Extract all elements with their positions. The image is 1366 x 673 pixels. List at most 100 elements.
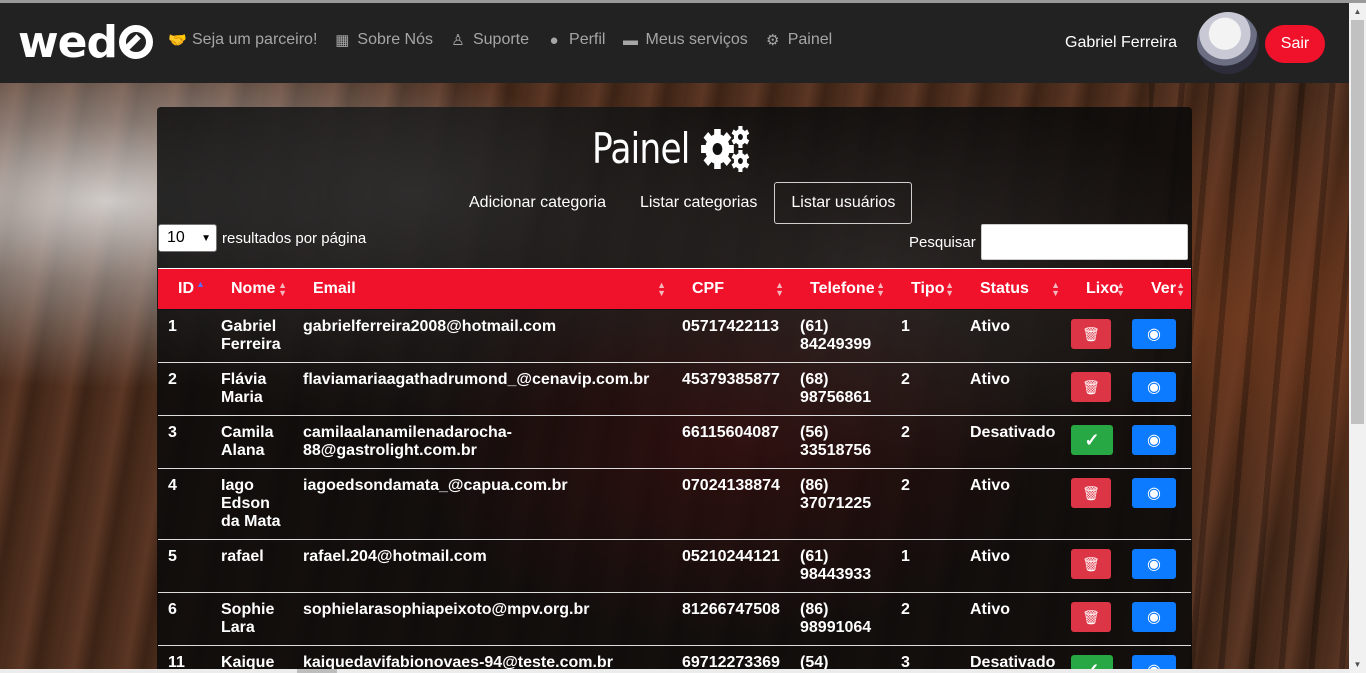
name-line: Flávia (221, 371, 267, 388)
delete-button[interactable]: 🗑 (1071, 319, 1111, 349)
search-input[interactable] (980, 224, 1188, 260)
nav-link-6[interactable]: ⚙ Painel (764, 31, 832, 49)
nav-link-4[interactable]: ● Perfil (545, 31, 606, 49)
chevron-down-icon: ▼ (201, 232, 211, 244)
column-header[interactable]: Nome ▲ ▼ (211, 268, 293, 310)
column-header[interactable]: CPF ▲ ▼ (672, 268, 790, 310)
column-header[interactable]: Telefone ▲ ▼ (790, 268, 891, 310)
cell-name: Gabriel Ferreira (211, 309, 293, 363)
cell-status: Ativo (960, 592, 1066, 646)
delete-button[interactable]: 🗑 (1071, 549, 1111, 579)
phone-line: 84249399 (800, 336, 872, 353)
name-line: Edson (221, 495, 270, 512)
scroll-thumb[interactable] (1351, 20, 1364, 424)
cell-email: iagoedsondamata_@capua.com.br (293, 468, 672, 540)
user-name: Gabriel Ferreira (1065, 34, 1178, 51)
name-line: Ferreira (221, 336, 281, 353)
tab-1[interactable]: Adicionar categoria (452, 182, 623, 224)
column-header[interactable]: ID ▲ (158, 268, 211, 310)
cell-phone: (56) 33518756 (790, 415, 891, 469)
logo[interactable]: wed (18, 21, 153, 65)
cell-status: Ativo (960, 539, 1066, 593)
column-header[interactable]: Status ▲ ▼ (960, 268, 1066, 310)
cell-name: rafael (211, 539, 293, 593)
cell-cpf: 05717422113 (672, 309, 790, 363)
horizontal-scroll-thumb[interactable] (297, 669, 337, 673)
eye-icon: ◉ (1147, 609, 1161, 626)
column-header-label: Email (313, 280, 356, 297)
scroll-down-arrow-icon[interactable]: ▼ (1349, 656, 1366, 673)
tab-2[interactable]: Listar categorias (623, 182, 774, 224)
cell-name: Sophie Lara (211, 592, 293, 646)
view-button[interactable]: ◉ (1132, 372, 1176, 402)
view-button[interactable]: ◉ (1132, 319, 1176, 349)
email-line: rafael.204@hotmail.com (303, 548, 487, 565)
column-header[interactable]: Tipo ▲ ▼ (891, 268, 960, 310)
sort-icon: ▲ ▼ (775, 280, 784, 298)
page-title-text: Painel (592, 123, 690, 173)
cell-name: Flávia Maria (211, 362, 293, 416)
cell-trash: 🗑 (1066, 362, 1131, 416)
name-line: Sophie (221, 601, 275, 618)
delete-button[interactable]: 🗑 (1071, 602, 1111, 632)
name-line: Lara (221, 619, 255, 636)
nav-link-3[interactable]: ♙ Suporte (449, 31, 529, 49)
email-line: iagoedsondamata_@capua.com.br (303, 477, 568, 494)
view-button[interactable]: ◉ (1132, 425, 1176, 455)
gears-icon (701, 126, 750, 172)
nav-link-5[interactable]: ▬ Meus serviços (621, 31, 748, 49)
sort-icon: ▲ (196, 279, 205, 289)
cell-trash: 🗑 (1066, 468, 1131, 540)
view-button[interactable]: ◉ (1132, 602, 1176, 632)
name-line: rafael (221, 548, 264, 565)
table-row: 5 rafael rafael.204@hotmail.com 05210244121… (158, 539, 1191, 593)
phone-line: (61) (800, 318, 829, 335)
eye-icon: ◉ (1147, 379, 1161, 396)
avatar[interactable] (1197, 12, 1259, 74)
cell-email: sophielarasophiapeixoto@mpv.org.br (293, 592, 672, 646)
column-header[interactable]: Email ▲ ▼ (293, 268, 672, 310)
trash-icon: 🗑 (1082, 555, 1100, 572)
phone-line: (68) (800, 371, 829, 388)
cell-email: flaviamariaagathadrumond_@cenavip.com.br (293, 362, 672, 416)
delete-button[interactable]: 🗑 (1071, 478, 1111, 508)
column-header[interactable]: Lixo ▲ ▼ (1066, 268, 1131, 310)
scroll-up-arrow-icon[interactable]: ▲ (1349, 3, 1366, 20)
email-line: 88@gastrolight.com.br (303, 442, 477, 459)
nav-link-1[interactable]: 🤝 Seja um parceiro! (168, 31, 317, 49)
cell-status: Ativo (960, 468, 1066, 540)
table-header-row: ID ▲ Nome ▲ ▼ Email ▲ ▼ CPF ▲ ▼ Telefone ▲ ▼ Tipo ▲ ▼ Sta… (158, 268, 1191, 310)
cell-id: 2 (158, 362, 211, 416)
cell-cpf: 45379385877 (672, 362, 790, 416)
horizontal-scrollbar[interactable] (0, 669, 1349, 673)
cell-view: ◉ (1131, 539, 1191, 593)
phone-line: 37071225 (800, 495, 872, 512)
column-header[interactable]: Ver ▲ ▼ (1131, 268, 1191, 310)
nav-link-2[interactable]: ▦ Sobre Nós (333, 31, 433, 49)
tab-3[interactable]: Listar usuários (774, 182, 913, 224)
cell-cpf: 66115604087 (672, 415, 790, 469)
nav-link-label: Seja um parceiro! (192, 31, 318, 48)
activate-button[interactable]: ✓ (1071, 425, 1113, 455)
view-button[interactable]: ◉ (1132, 478, 1176, 508)
eye-icon: ◉ (1147, 432, 1161, 449)
page-length-value: 10 (167, 229, 185, 246)
vertical-scrollbar[interactable]: ▲ ▼ (1349, 3, 1366, 673)
sort-icon: ▲ ▼ (1176, 280, 1185, 298)
delete-button[interactable]: 🗑 (1071, 372, 1111, 402)
cell-trash: 🗑 (1066, 539, 1131, 593)
cell-phone: (68) 98756861 (790, 362, 891, 416)
cell-cpf: 81266747508 (672, 592, 790, 646)
view-button[interactable]: ◉ (1132, 549, 1176, 579)
trash-icon: 🗑 (1082, 484, 1100, 501)
cell-id: 1 (158, 309, 211, 363)
logout-button[interactable]: Sair (1265, 25, 1325, 63)
cell-status: Desativado (960, 415, 1066, 469)
cell-id: 3 (158, 415, 211, 469)
cell-phone: (86) 37071225 (790, 468, 891, 540)
name-line: Alana (221, 442, 265, 459)
user-tie-icon: ♙ (451, 32, 465, 49)
sort-icon: ▲ ▼ (1116, 280, 1125, 298)
cell-cpf: 05210244121 (672, 539, 790, 593)
page-length-select[interactable]: 10 ▼ (158, 224, 217, 252)
